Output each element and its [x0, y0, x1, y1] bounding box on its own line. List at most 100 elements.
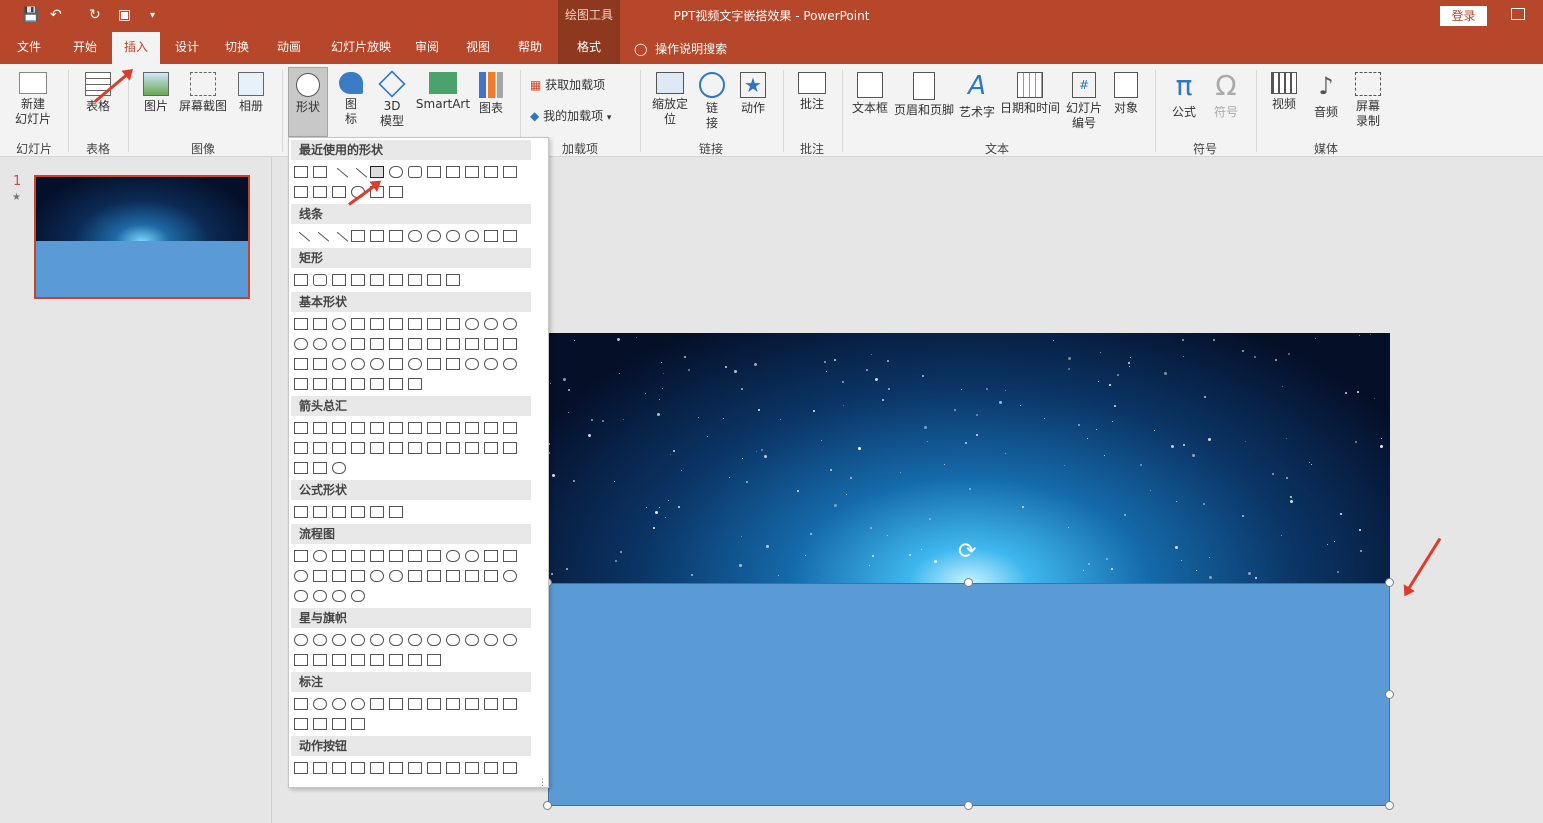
- tab-format[interactable]: 格式: [558, 32, 620, 64]
- shape-option-icon[interactable]: [332, 634, 346, 646]
- shape-option-icon[interactable]: [332, 358, 346, 370]
- shape-option-icon[interactable]: [503, 358, 517, 370]
- object-button[interactable]: 对象: [1108, 72, 1144, 116]
- elbow-connector-shape-icon[interactable]: [465, 166, 479, 178]
- wordart-button[interactable]: A 艺术字: [956, 72, 998, 120]
- screen-record-button[interactable]: 屏幕 录制: [1348, 72, 1388, 129]
- shape-option-icon[interactable]: [408, 570, 422, 582]
- shape-option-icon[interactable]: [465, 634, 479, 646]
- right-brace-shape-icon[interactable]: [389, 186, 403, 198]
- shape-option-icon[interactable]: [370, 698, 384, 710]
- tab-transitions[interactable]: 切换: [214, 32, 260, 64]
- freeform-icon[interactable]: [484, 230, 498, 242]
- shape-option-icon[interactable]: [313, 762, 327, 774]
- shape-option-icon[interactable]: [332, 422, 346, 434]
- shape-option-icon[interactable]: [389, 550, 403, 562]
- shape-option-icon[interactable]: [351, 550, 365, 562]
- shape-option-icon[interactable]: [351, 442, 365, 454]
- shape-option-icon[interactable]: [332, 718, 346, 730]
- shape-option-icon[interactable]: [408, 762, 422, 774]
- shape-option-icon[interactable]: [427, 698, 441, 710]
- tab-animations[interactable]: 动画: [266, 32, 312, 64]
- shape-option-icon[interactable]: [332, 338, 346, 350]
- scribble-shape-icon[interactable]: [313, 186, 327, 198]
- slide-thumbnail[interactable]: [34, 175, 250, 299]
- shape-option-icon[interactable]: [484, 634, 498, 646]
- curve-icon[interactable]: [427, 230, 441, 242]
- shape-option-icon[interactable]: [332, 318, 346, 330]
- album-button[interactable]: 相册: [232, 72, 270, 114]
- shape-option-icon[interactable]: [351, 698, 365, 710]
- tab-home[interactable]: 开始: [62, 32, 108, 64]
- shape-option-icon[interactable]: [351, 634, 365, 646]
- shape-option-icon[interactable]: [446, 570, 460, 582]
- header-footer-button[interactable]: 页眉和页脚: [892, 72, 956, 118]
- shape-option-icon[interactable]: [503, 762, 517, 774]
- shape-option-icon[interactable]: [294, 634, 308, 646]
- resize-handle[interactable]: [543, 801, 552, 810]
- shape-option-icon[interactable]: [503, 422, 517, 434]
- shape-option-icon[interactable]: [370, 378, 384, 390]
- shape-option-icon[interactable]: [313, 318, 327, 330]
- shape-option-icon[interactable]: [484, 550, 498, 562]
- shape-option-icon[interactable]: [503, 570, 517, 582]
- shape-option-icon[interactable]: [408, 378, 422, 390]
- shape-option-icon[interactable]: [351, 762, 365, 774]
- shape-option-icon[interactable]: [446, 338, 460, 350]
- shape-option-icon[interactable]: [427, 634, 441, 646]
- 3d-model-button[interactable]: 3D 模型: [372, 70, 412, 129]
- rectangle-icon[interactable]: [294, 274, 308, 286]
- shape-option-icon[interactable]: [503, 698, 517, 710]
- shape-option-icon[interactable]: [313, 590, 327, 602]
- shape-option-icon[interactable]: [484, 318, 498, 330]
- shape-option-icon[interactable]: [294, 358, 308, 370]
- shape-option-icon[interactable]: [503, 318, 517, 330]
- rectangle-icon[interactable]: [351, 274, 365, 286]
- shape-option-icon[interactable]: [427, 654, 441, 666]
- shape-option-icon[interactable]: [313, 550, 327, 562]
- tell-me-search[interactable]: ◯ 操作说明搜索: [634, 40, 727, 57]
- shape-option-icon[interactable]: [465, 318, 479, 330]
- shape-option-icon[interactable]: [294, 338, 308, 350]
- shape-option-icon[interactable]: [503, 634, 517, 646]
- rectangle-icon[interactable]: [446, 274, 460, 286]
- shape-option-icon[interactable]: [351, 570, 365, 582]
- screenshot-button[interactable]: 屏幕截图: [176, 72, 230, 114]
- shape-option-icon[interactable]: [446, 442, 460, 454]
- shape-option-icon[interactable]: [370, 358, 384, 370]
- tab-review[interactable]: 审阅: [406, 32, 448, 64]
- shape-option-icon[interactable]: [427, 358, 441, 370]
- shape-option-icon[interactable]: [294, 442, 308, 454]
- rounded-rectangle-shape-icon[interactable]: [408, 166, 422, 178]
- chart-button[interactable]: 图表: [474, 72, 508, 116]
- rectangle-icon[interactable]: [332, 274, 346, 286]
- shape-option-icon[interactable]: [294, 378, 308, 390]
- rectangle-icon[interactable]: [389, 274, 403, 286]
- shape-option-icon[interactable]: [503, 442, 517, 454]
- shape-option-icon[interactable]: [332, 654, 346, 666]
- shape-option-icon[interactable]: [389, 422, 403, 434]
- textbox-button[interactable]: 文本框: [848, 72, 892, 116]
- rectangle-icon[interactable]: [313, 274, 327, 286]
- shape-option-icon[interactable]: [332, 550, 346, 562]
- shape-option-icon[interactable]: [370, 422, 384, 434]
- shape-option-icon[interactable]: [503, 338, 517, 350]
- connector-icon[interactable]: [370, 230, 384, 242]
- shape-option-icon[interactable]: [370, 550, 384, 562]
- curve-icon[interactable]: [446, 230, 460, 242]
- shape-option-icon[interactable]: [389, 762, 403, 774]
- shape-option-icon[interactable]: [427, 570, 441, 582]
- shapes-button[interactable]: 形状: [288, 67, 328, 137]
- shape-option-icon[interactable]: [351, 590, 365, 602]
- shape-option-icon[interactable]: [427, 338, 441, 350]
- shape-option-icon[interactable]: [484, 570, 498, 582]
- shape-option-icon[interactable]: [294, 506, 308, 518]
- resize-grip-icon[interactable]: ⋮: [538, 778, 547, 788]
- icons-button[interactable]: 图 标: [334, 72, 368, 127]
- shape-option-icon[interactable]: [351, 718, 365, 730]
- selected-rectangle-shape[interactable]: [548, 583, 1390, 806]
- datetime-button[interactable]: 日期和时间: [998, 72, 1062, 116]
- arc-shape-icon[interactable]: [332, 186, 346, 198]
- shape-option-icon[interactable]: [351, 422, 365, 434]
- shape-option-icon[interactable]: [446, 422, 460, 434]
